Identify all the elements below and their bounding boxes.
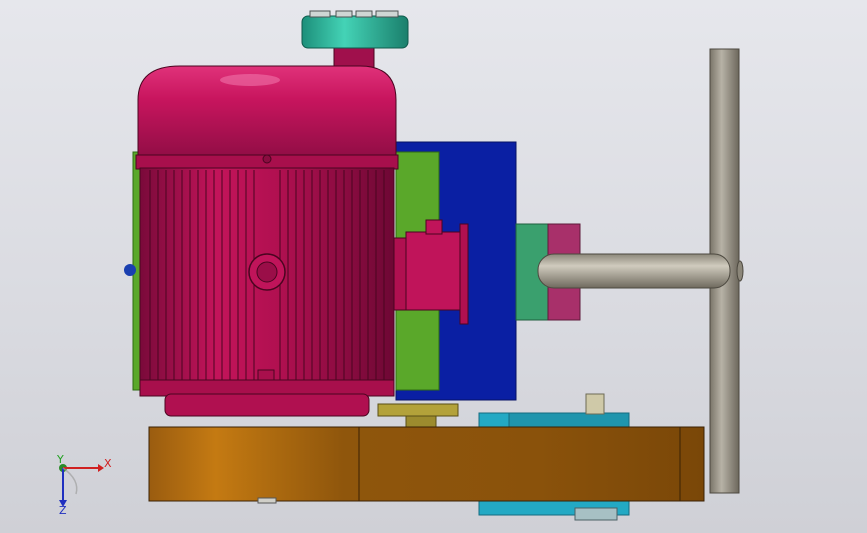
triad-z-label: Z: [59, 504, 67, 517]
reference-triad: X Y Z: [56, 453, 112, 517]
cad-viewport[interactable]: X Y Z: [0, 0, 867, 533]
wooden-base[interactable]: [148, 426, 705, 504]
triad-x-label: X: [104, 457, 112, 470]
motor-pulley[interactable]: [301, 10, 409, 71]
base-bolts: [377, 403, 459, 429]
triad-y-label: Y: [56, 453, 64, 466]
motor-housing[interactable]: [135, 65, 399, 417]
3d-model-view[interactable]: X Y Z: [0, 0, 867, 533]
output-shaft[interactable]: [537, 253, 744, 289]
